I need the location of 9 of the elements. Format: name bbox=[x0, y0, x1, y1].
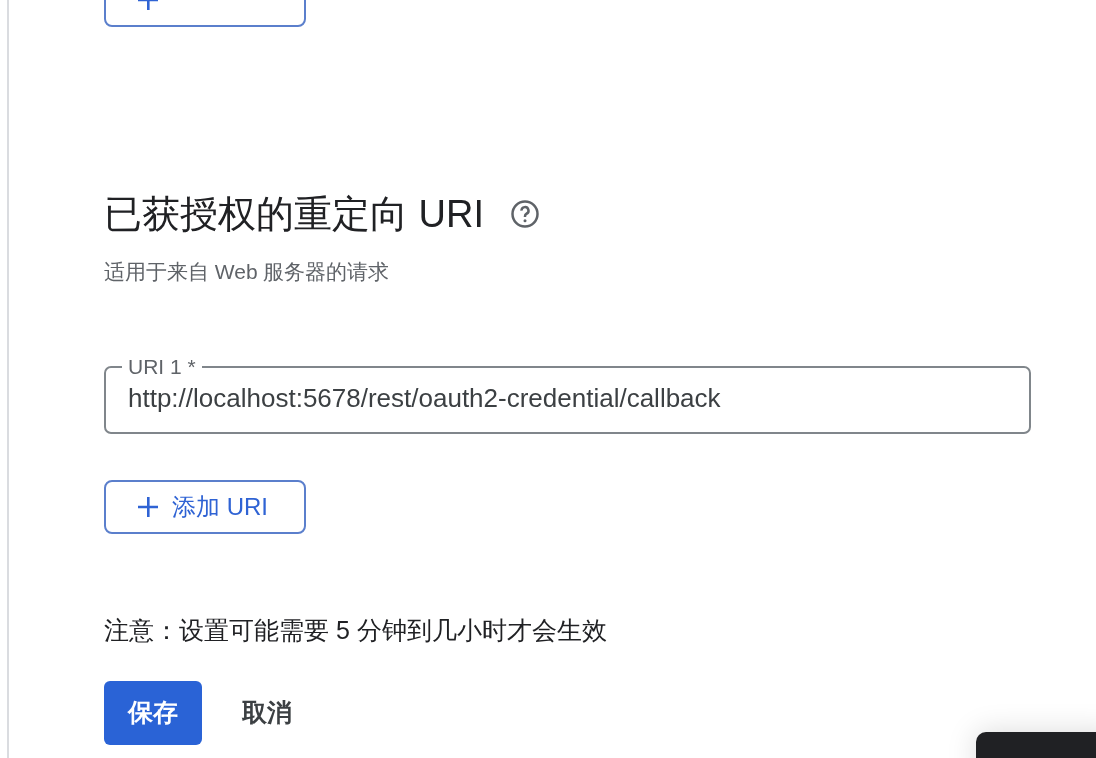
section-subtitle: 适用于来自 Web 服务器的请求 bbox=[104, 261, 391, 282]
section-title: 已获授权的重定向 URI bbox=[104, 195, 484, 233]
note-text: 注意：设置可能需要 5 分钟到几小时才会生效 bbox=[104, 618, 608, 643]
field-label: URI 1 * bbox=[127, 356, 197, 377]
save-button[interactable]: 保存 bbox=[104, 681, 202, 745]
add-uri-button[interactable]: 添加 URI bbox=[104, 480, 306, 534]
field-value: http://localhost:5678/rest/oauth2-credential/callback bbox=[127, 382, 722, 415]
plus-icon bbox=[136, 495, 160, 519]
help-icon[interactable] bbox=[510, 199, 540, 229]
